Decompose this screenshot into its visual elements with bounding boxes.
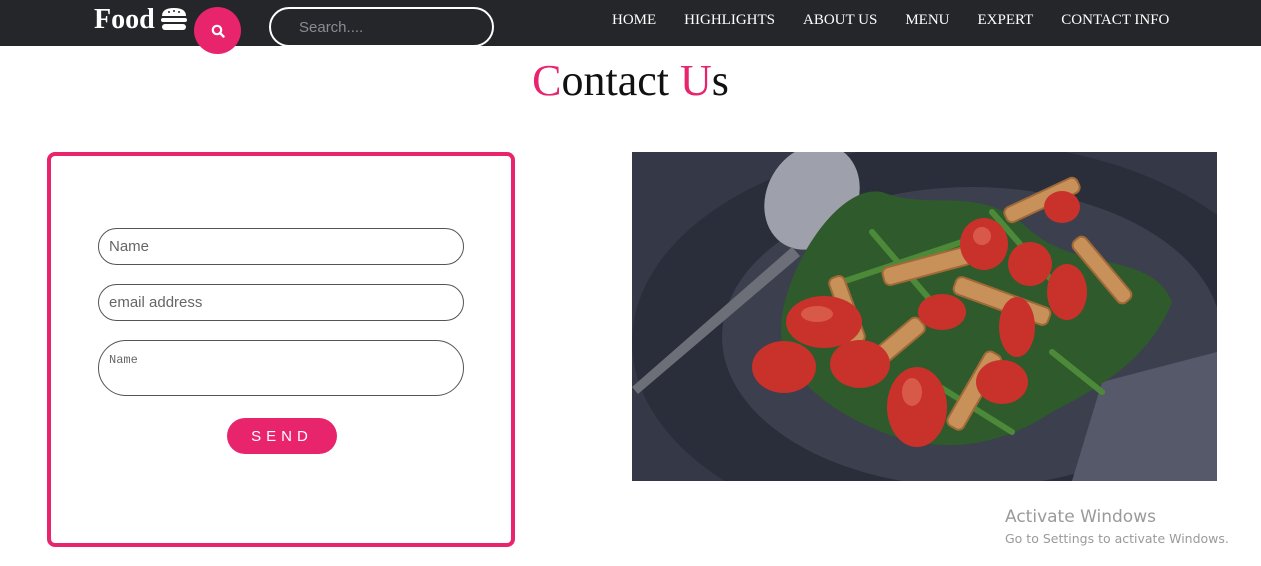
search-button[interactable]	[194, 7, 241, 54]
title-accent-u: U	[679, 56, 712, 105]
message-field[interactable]	[98, 340, 464, 396]
nav-about-us[interactable]: ABOUT US	[803, 12, 877, 29]
nav-contact-info[interactable]: CONTACT INFO	[1061, 12, 1169, 29]
title-part-2: s	[711, 56, 729, 105]
nav-highlights[interactable]: HIGHLIGHTS	[684, 12, 775, 29]
send-button[interactable]: SEND	[227, 418, 337, 454]
main-nav: HOME HIGHLIGHTS ABOUT US MENU EXPERT CON…	[612, 12, 1169, 29]
pasta-salad-illustration	[632, 152, 1217, 481]
search-icon	[211, 24, 225, 38]
title-accent-c: C	[532, 56, 562, 105]
watermark-subtitle: Go to Settings to activate Windows.	[1005, 531, 1229, 546]
watermark-title: Activate Windows	[1005, 507, 1156, 527]
activate-windows-watermark: Activate Windows Go to Settings to activ…	[1005, 506, 1229, 548]
email-field[interactable]	[98, 284, 464, 321]
nav-expert[interactable]: EXPERT	[978, 12, 1034, 29]
title-part-1: ontact	[561, 56, 680, 105]
page-title: Contact Us	[0, 56, 1261, 106]
search-input[interactable]	[269, 7, 494, 47]
name-field[interactable]	[98, 228, 464, 265]
nav-home[interactable]: HOME	[612, 12, 656, 29]
brand-logo[interactable]: Food	[94, 3, 155, 37]
burger-icon	[161, 8, 187, 30]
pasta-salad-image	[632, 152, 1217, 481]
contact-form: SEND	[47, 152, 515, 547]
nav-menu[interactable]: MENU	[905, 12, 949, 29]
navbar: Food HOME HIGHLIGHTS ABOUT US MENU EXPER…	[0, 0, 1261, 54]
